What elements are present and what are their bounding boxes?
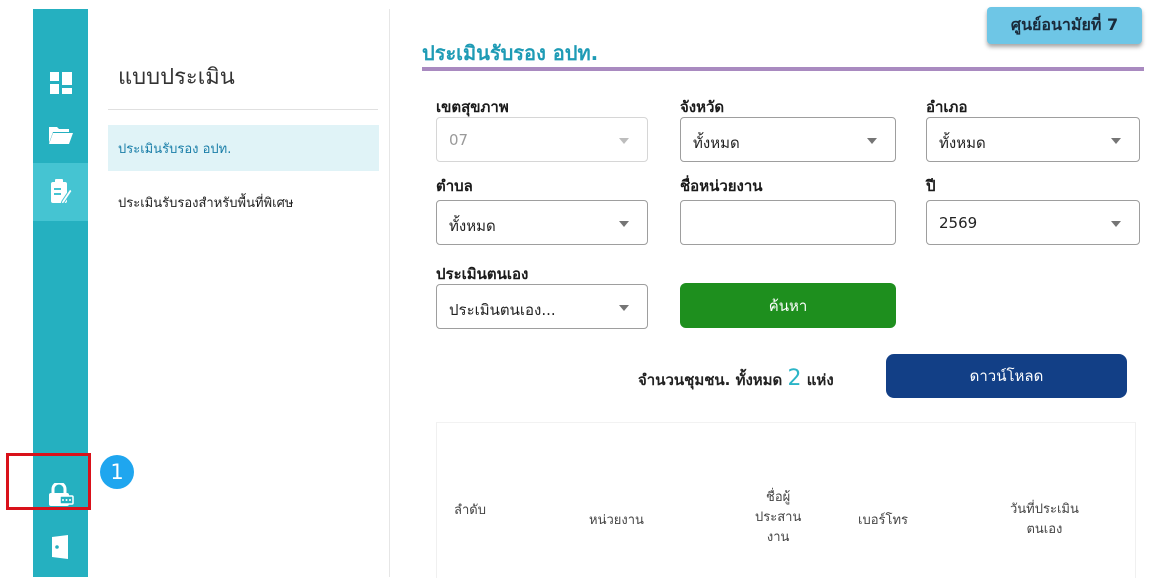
column-header-agency: หน่วยงาน — [589, 513, 644, 528]
chevron-down-icon — [867, 138, 877, 144]
province-select[interactable]: ทั้งหมด — [680, 117, 896, 162]
health-zone-select[interactable]: 07 — [436, 117, 648, 162]
search-button[interactable]: ค้นหา — [680, 283, 896, 328]
column-header-phone: เบอร์โทร — [858, 513, 909, 528]
district-value: ทั้งหมด — [939, 134, 986, 152]
annotation-step-number: 1 — [100, 455, 134, 489]
year-select[interactable]: 2569 — [926, 200, 1140, 245]
chevron-down-icon — [1111, 138, 1121, 144]
clipboard-edit-icon[interactable] — [33, 172, 88, 212]
community-count: จำนวนชุมชน. ทั้งหมด 2 แห่ง — [638, 366, 834, 392]
main-content: ศูนย์อนามัยที่ 7 ประเมินรับรอง อปท. เขตส… — [389, 0, 1172, 578]
subdistrict-value: ทั้งหมด — [449, 217, 496, 235]
chevron-down-icon — [619, 138, 629, 144]
menu-divider — [108, 109, 378, 110]
menu-item-special-area-assessment[interactable]: ประเมินรับรองสำหรับพื้นที่พิเศษ — [108, 179, 379, 225]
title-underline — [422, 67, 1144, 71]
year-label: ปี — [926, 177, 936, 195]
province-label: จังหวัด — [680, 98, 725, 116]
annotation-highlight-box — [6, 453, 91, 510]
column-header-assess-date: วันที่ประเมิน ตนเอง — [1010, 500, 1079, 540]
district-label: อำเภอ — [926, 98, 968, 116]
health-center-badge[interactable]: ศูนย์อนามัยที่ 7 — [987, 7, 1142, 44]
chevron-down-icon — [1111, 221, 1121, 227]
self-assessment-label: ประเมินตนเอง — [436, 265, 529, 283]
folder-icon[interactable] — [33, 115, 88, 155]
year-value: 2569 — [939, 214, 978, 232]
page-title: ประเมินรับรอง อปท. — [422, 41, 599, 65]
coordinator-header-line: ประสาน — [755, 510, 802, 525]
assess-date-header-line: วันที่ประเมิน — [1010, 502, 1079, 517]
count-prefix: จำนวนชุมชน. ทั้งหมด — [638, 371, 783, 389]
coordinator-header-line: ชื่อผู้ — [766, 490, 791, 505]
chevron-down-icon — [619, 305, 629, 311]
subdistrict-select[interactable]: ทั้งหมด — [436, 200, 648, 245]
menu-title: แบบประเมิน — [118, 65, 235, 90]
coordinator-header-line: งาน — [766, 530, 790, 545]
assess-date-header-line: ตนเอง — [1026, 522, 1063, 537]
agency-name-label: ชื่อหน่วยงาน — [680, 177, 763, 195]
count-suffix: แห่ง — [806, 371, 834, 389]
health-zone-value: 07 — [449, 131, 469, 149]
menu-item-label: ประเมินรับรองสำหรับพื้นที่พิเศษ — [118, 195, 294, 211]
menu-item-label: ประเมินรับรอง อปท. — [118, 141, 232, 157]
subdistrict-label: ตำบล — [436, 177, 473, 195]
logout-door-icon[interactable] — [33, 527, 88, 567]
column-header-coordinator: ชื่อผู้ ประสาน งาน — [755, 488, 801, 548]
assessment-menu: แบบประเมิน ประเมินรับรอง อปท. ประเมินรับ… — [88, 9, 390, 577]
chevron-down-icon — [619, 221, 629, 227]
agency-name-input[interactable] — [680, 200, 896, 245]
download-button[interactable]: ดาวน์โหลด — [886, 354, 1127, 398]
self-assessment-select[interactable]: ประเมินตนเอง... — [436, 284, 648, 329]
count-value: 2 — [787, 366, 802, 391]
district-select[interactable]: ทั้งหมด — [926, 117, 1140, 162]
self-assessment-value: ประเมินตนเอง... — [449, 301, 556, 319]
province-value: ทั้งหมด — [693, 134, 740, 152]
column-header-index: ลำดับ — [454, 503, 486, 518]
results-table: ลำดับ หน่วยงาน ชื่อผู้ ประสาน งาน เบอร์โ… — [436, 422, 1136, 578]
dashboard-icon[interactable] — [33, 63, 88, 103]
health-zone-label: เขตสุขภาพ — [436, 98, 509, 116]
menu-item-local-gov-assessment[interactable]: ประเมินรับรอง อปท. — [108, 125, 379, 171]
